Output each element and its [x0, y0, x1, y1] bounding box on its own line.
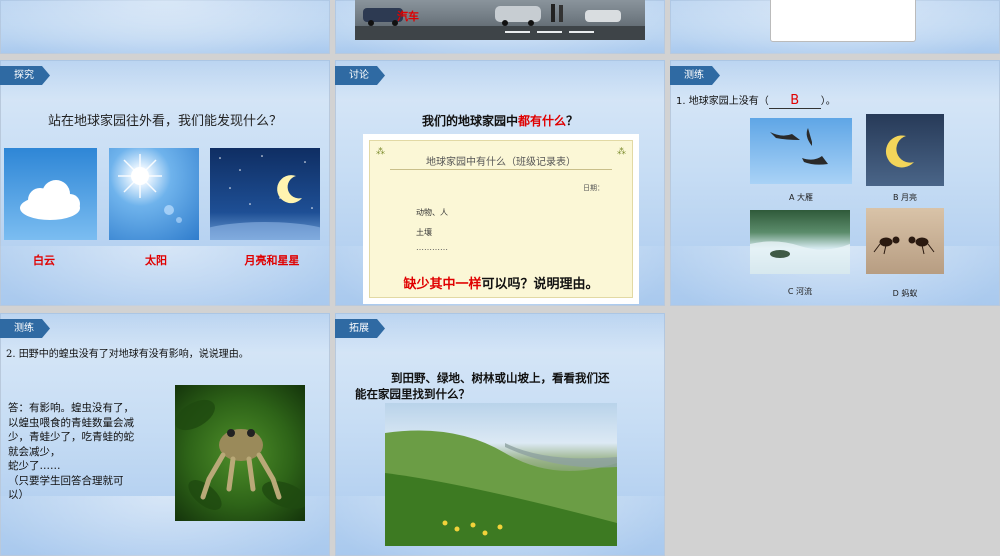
- moon-icon: [210, 155, 320, 240]
- slide-top-middle: 汽车: [335, 0, 665, 54]
- explore-question: 站在地球家园往外看，我们能发现什么？: [47, 114, 282, 129]
- answer-line-5: 蛇少了……: [8, 460, 61, 472]
- record-card-inner: ⁂ ⁂ 地球家园中有什么（班级记录表） 日期： 动物、人 土壤 ………… 缺少其…: [369, 140, 633, 298]
- label-moon-stars: 月亮和星星: [244, 254, 300, 267]
- sun-photo: [109, 148, 199, 240]
- frog-photo: [175, 385, 305, 521]
- test1-question: 1. 地球家园上没有（ B）。: [676, 92, 836, 109]
- tag-explore: 探究: [0, 66, 50, 85]
- slide-top-left: [0, 0, 330, 54]
- card-line-3: …………: [416, 243, 448, 252]
- label-cloud: 白云: [33, 254, 55, 267]
- tag-expand: 拓展: [335, 319, 385, 338]
- frog-icon: [175, 399, 305, 510]
- geese-photo: [750, 118, 852, 184]
- cloud-photo: [4, 148, 97, 240]
- test2-answer: 答：有影响。蝗虫没有了， 以蝗虫喂食的青蛙数量会减 少，青蛙少了，吃青蛙的蛇 就…: [8, 401, 173, 503]
- card-date: 日期：: [583, 184, 604, 192]
- test1-question-suffix: ）。: [820, 96, 836, 107]
- geese-icon: [770, 128, 828, 165]
- slide-test2: 测练 2. 田野中的蝗虫没有了对地球有没有影响，说说理由。 答：有影响。蝗虫没有…: [0, 313, 330, 556]
- card-bottom-rest: 可以吗？说明理由。: [481, 277, 599, 292]
- answer-line-2: 以蝗虫喂食的青蛙数量会减: [8, 416, 134, 429]
- card-line-2: 土壤: [416, 228, 432, 237]
- record-card: ⁂ ⁂ 地球家园中有什么（班级记录表） 日期： 动物、人 土壤 ………… 缺少其…: [363, 134, 639, 304]
- tag-test2: 测练: [0, 319, 50, 338]
- slide-test1: 测练 1. 地球家园上没有（ B）。 A 大雁 B 月亮 C 河流 D 蚂蚁: [670, 60, 1000, 306]
- answer-line-1: 答：有影响。蝗虫没有了，: [8, 402, 134, 414]
- card-title-rule: [390, 169, 612, 170]
- option-c: C 河流: [787, 287, 813, 296]
- ants-photo: [866, 208, 944, 274]
- tag-discuss: 讨论: [335, 66, 385, 85]
- slide-explore: 探究 站在地球家园往外看，我们能发现什么？ 白云 太阳 月亮和星星: [0, 60, 330, 306]
- river-photo: [750, 210, 850, 274]
- expand-line-1: 到田野、绿地、树林或山坡上，看看我们还: [391, 371, 610, 385]
- test2-question: 2. 田野中的蝗虫没有了对地球有没有影响，说说理由。: [6, 349, 249, 360]
- sun-icon: [118, 154, 182, 223]
- test1-answer: B: [768, 93, 821, 109]
- label-sun: 太阳: [145, 254, 167, 267]
- answer-line-3: 少，青蛙少了，吃青蛙的蛇: [8, 431, 134, 443]
- river-icon: [750, 241, 850, 274]
- white-card: [770, 0, 916, 42]
- moon-option-photo: [866, 114, 944, 186]
- card-title: 地球家园中有什么（班级记录表）: [426, 157, 576, 168]
- answer-line-4: 就会减少，: [8, 445, 61, 458]
- hillside-icon: [385, 430, 617, 546]
- discuss-question: 我们的地球家园中都有什么？: [335, 112, 665, 129]
- slide-top-right: [670, 0, 1000, 54]
- test1-question-prefix: 1. 地球家园上没有（: [676, 96, 769, 107]
- ants-icon: [873, 236, 935, 255]
- hillside-photo: [385, 403, 617, 546]
- expand-line-2: 能在家园里找到什么？: [355, 387, 470, 401]
- discuss-question-suffix: ？: [566, 114, 579, 128]
- card-line-1: 动物、人: [416, 208, 448, 217]
- street-photo-label: 汽车: [397, 10, 419, 23]
- moon-photo: [210, 148, 320, 240]
- answer-line-7: 以）: [8, 489, 29, 501]
- slide-discuss: 讨论 我们的地球家园中都有什么？ ⁂ ⁂ 地球家园中有什么（班级记录表） 日期：…: [335, 60, 665, 306]
- slide-expand: 拓展 到田野、绿地、树林或山坡上，看看我们还 能在家园里找到什么？: [335, 313, 665, 556]
- cloud-icon: [20, 180, 80, 220]
- discuss-question-highlight: 都有什么: [517, 114, 566, 128]
- crescent-icon: [885, 135, 914, 168]
- card-bottom-text: 缺少其中一样可以吗？说明理由。: [370, 273, 632, 292]
- option-b: B 月亮: [892, 193, 918, 202]
- card-bottom-highlight: 缺少其中一样: [403, 277, 482, 292]
- option-a: A 大雁: [788, 193, 813, 202]
- discuss-question-prefix: 我们的地球家园中: [421, 114, 518, 128]
- tag-test1: 测练: [670, 66, 720, 85]
- answer-line-6: （只要学生回答合理就可: [8, 474, 124, 487]
- option-d: D 蚂蚁: [892, 289, 918, 298]
